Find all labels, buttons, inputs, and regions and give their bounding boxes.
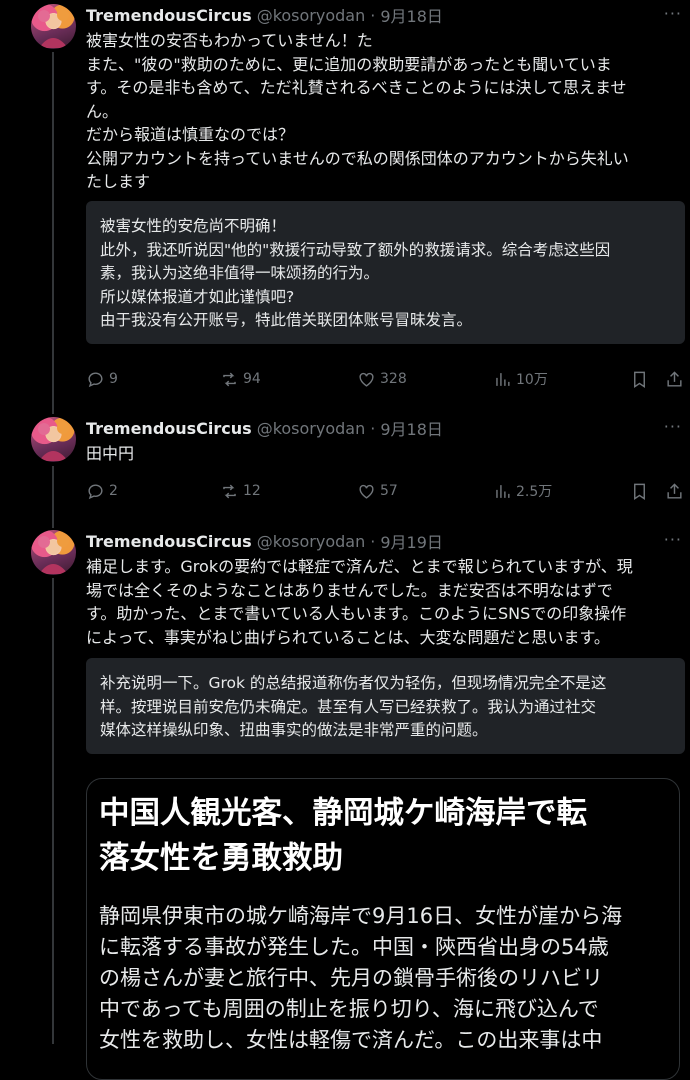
translation-box: 补充说明一下。Grok 的总结报道称伤者仅为轻伤，但现场情况完全不是这 样。按理…	[86, 658, 685, 754]
reply-icon	[88, 483, 103, 499]
views-icon	[496, 484, 510, 498]
reply-button[interactable]: 9	[86, 367, 118, 391]
article-body: 静岡県伊東市の城ケ崎海岸で9月16日、女性が崖から海 に転落する事故が発生した。…	[99, 904, 623, 1052]
bookmark-icon	[634, 483, 645, 500]
views-icon	[496, 372, 510, 386]
display-name[interactable]: TremendousCircus	[86, 419, 252, 438]
repost-count: 94	[243, 371, 261, 387]
bookmark-button[interactable]	[630, 367, 649, 391]
user-handle[interactable]: @kosoryodan	[257, 419, 366, 438]
reply-icon	[88, 371, 103, 387]
thread-line	[52, 52, 54, 414]
tweet-header: TremendousCircus @kosoryodan · 9月18日	[86, 416, 443, 440]
like-count: 57	[380, 483, 398, 499]
views-button[interactable]: 2.5万	[493, 479, 552, 503]
reply-button[interactable]: 2	[86, 479, 118, 503]
article-card[interactable]: 中国人観光客、静岡城ケ崎海岸で転 落女性を勇敢救助 静岡県伊東市の城ケ崎海岸で9…	[86, 778, 680, 1080]
reply-count: 9	[109, 371, 118, 387]
display-name[interactable]: TremendousCircus	[86, 532, 252, 551]
like-button[interactable]: 328	[357, 367, 407, 391]
article-title: 中国人観光客、静岡城ケ崎海岸で転 落女性を勇敢救助	[99, 796, 587, 876]
avatar[interactable]	[31, 530, 76, 575]
user-handle[interactable]: @kosoryodan	[257, 532, 366, 551]
tweet-date[interactable]: 9月18日	[380, 3, 443, 27]
share-icon	[667, 482, 682, 499]
translation-box: 被害女性的安危尚不明确！ 此外，我还听说因"他的"救援行动导致了额外的救援请求。…	[86, 201, 685, 344]
tweet-header: TremendousCircus @kosoryodan · 9月19日	[86, 529, 443, 553]
repost-icon	[223, 484, 236, 498]
separator: ·	[370, 531, 376, 551]
share-button[interactable]	[665, 479, 684, 503]
reply-count: 2	[109, 483, 118, 499]
tweet-header: TremendousCircus @kosoryodan · 9月18日	[86, 3, 443, 27]
tweet-text: 被害女性の安否もわかっていません！た また、"彼の"救助のために、更に追加の救助…	[86, 31, 629, 191]
repost-icon	[223, 372, 236, 386]
repost-count: 12	[243, 483, 261, 499]
tweet-text: 田中円	[86, 444, 135, 463]
view-count: 2.5万	[516, 484, 553, 500]
thread-line	[52, 578, 54, 1044]
avatar[interactable]	[31, 4, 76, 49]
share-icon	[667, 370, 682, 387]
bookmark-icon	[634, 371, 645, 388]
thread-line	[52, 466, 54, 528]
user-handle[interactable]: @kosoryodan	[257, 6, 366, 25]
tweet-date[interactable]: 9月18日	[380, 416, 443, 440]
view-count: 10万	[516, 372, 548, 388]
repost-button[interactable]: 12	[220, 479, 261, 503]
tweet-actions: 2 12 57 2.5万	[86, 479, 686, 503]
more-icon[interactable]: ···	[664, 4, 682, 23]
repost-button[interactable]: 94	[220, 367, 261, 391]
tweet-text: 補足します。Grokの要約では軽症で済んだ、とまで報じられていますが、現 場では…	[86, 557, 633, 647]
like-button[interactable]: 57	[357, 479, 398, 503]
heart-icon	[359, 484, 374, 499]
separator: ·	[370, 5, 376, 25]
bookmark-button[interactable]	[630, 479, 649, 503]
tweet-actions: 9 94 328 10万	[86, 367, 686, 391]
tweet-date[interactable]: 9月19日	[380, 529, 443, 553]
display-name[interactable]: TremendousCircus	[86, 6, 252, 25]
like-count: 328	[380, 371, 407, 387]
views-button[interactable]: 10万	[493, 367, 548, 391]
share-button[interactable]	[665, 367, 684, 391]
more-icon[interactable]: ···	[664, 530, 682, 549]
more-icon[interactable]: ···	[664, 417, 682, 436]
separator: ·	[370, 418, 376, 438]
avatar[interactable]	[31, 417, 76, 462]
heart-icon	[359, 372, 374, 387]
